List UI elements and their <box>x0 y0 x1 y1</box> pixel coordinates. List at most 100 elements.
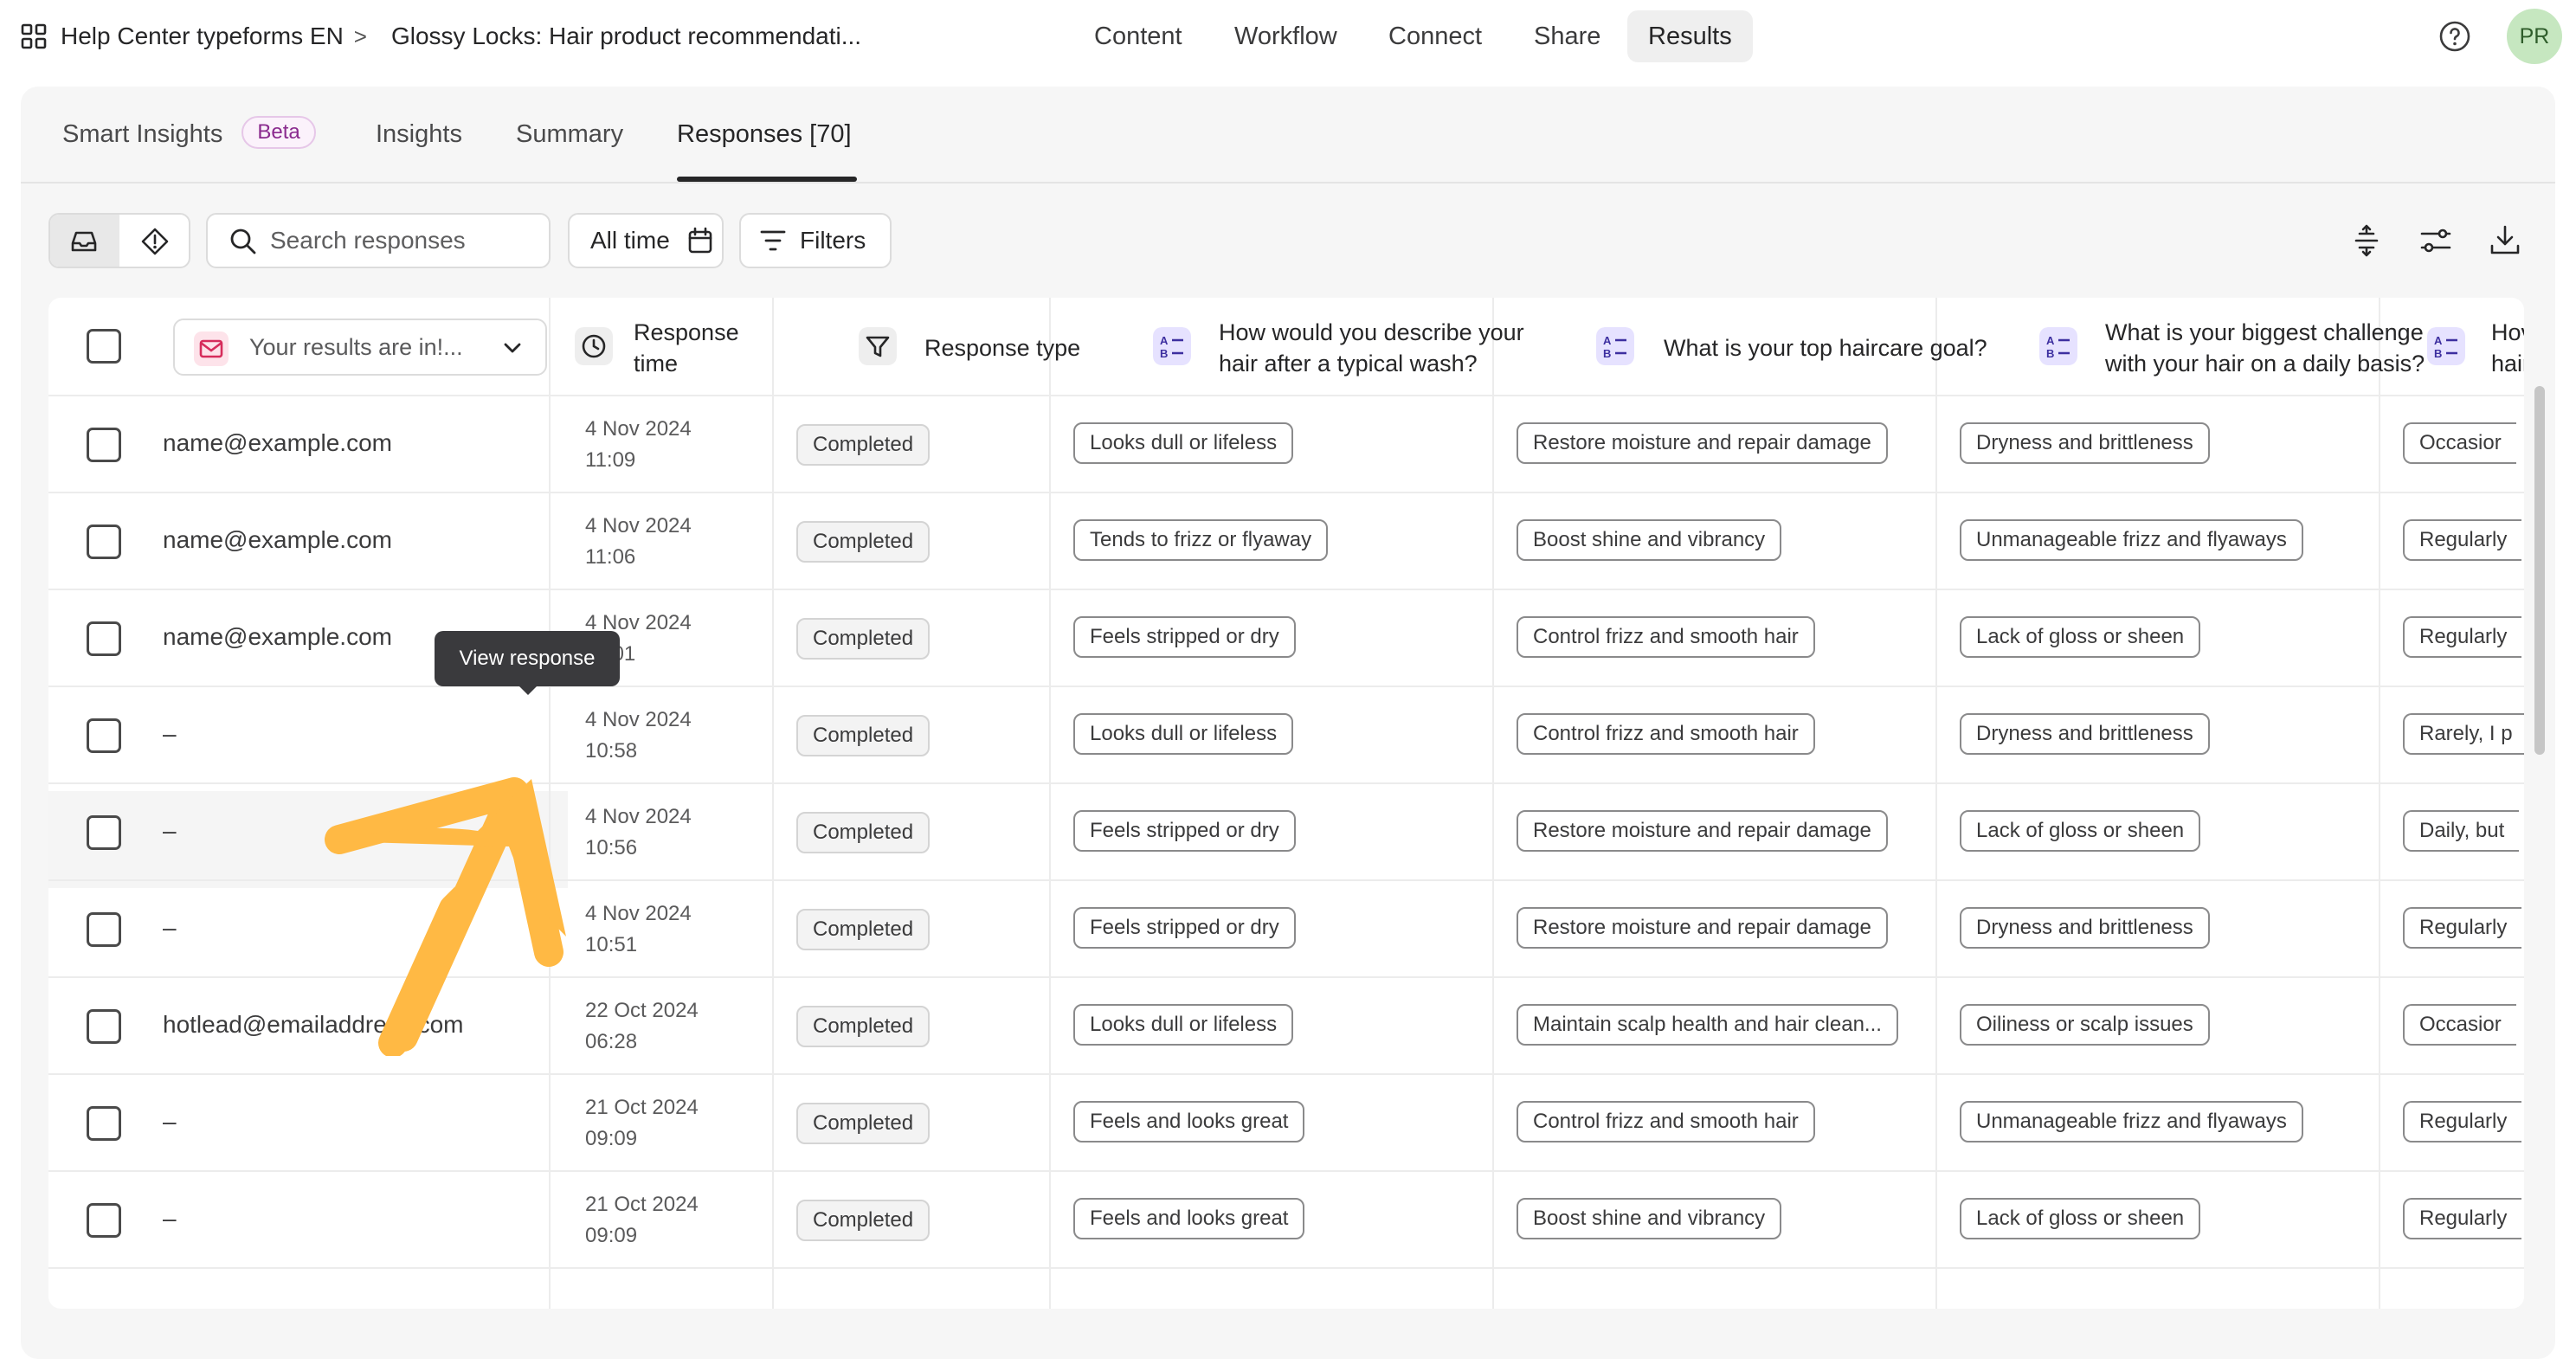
row-checkbox[interactable] <box>87 428 121 462</box>
tab-summary[interactable]: Summary <box>516 87 623 182</box>
grid-icon[interactable] <box>21 23 47 49</box>
results-panel: Smart Insights Beta Insights Summary Resp… <box>21 87 2555 1359</box>
row-email[interactable]: name@example.com <box>163 429 392 457</box>
row-checkbox[interactable] <box>87 621 121 656</box>
row-email[interactable]: name@example.com <box>163 623 392 651</box>
answer-pill: Unmanageable frizz and flyaways <box>1960 1101 2303 1142</box>
nav-results[interactable]: Results <box>1627 10 1753 62</box>
row-checkbox[interactable] <box>87 1203 121 1238</box>
vertical-scrollbar[interactable] <box>2534 386 2545 755</box>
header-line: What is your biggest challenge <box>2105 319 2424 345</box>
row-checkbox[interactable] <box>87 912 121 947</box>
status-badge: Completed <box>796 1006 931 1047</box>
search-icon <box>230 228 256 254</box>
answer-pill: Control frizz and smooth hair <box>1517 713 1815 755</box>
time-filter-button[interactable]: All time <box>568 213 724 268</box>
beta-badge: Beta <box>242 116 316 150</box>
answer-pill: Regularly <box>2403 616 2522 658</box>
response-timestamp: 4 Nov 2024 11:06 <box>585 511 692 573</box>
header-question-truncated[interactable]: Hov hair <box>2491 317 2524 379</box>
row-email[interactable]: – <box>163 817 177 845</box>
row-height-icon[interactable] <box>2349 223 2384 258</box>
status-badge: Completed <box>796 1200 931 1241</box>
select-all-checkbox[interactable] <box>87 329 121 364</box>
email-column-selector[interactable]: Your results are in!... <box>173 319 547 376</box>
row-email[interactable]: – <box>163 1108 177 1136</box>
inbox-icon[interactable] <box>69 227 99 256</box>
row-email[interactable]: – <box>163 914 177 942</box>
tab-insights[interactable]: Insights <box>376 87 462 182</box>
tab-responses[interactable]: Responses [70] <box>677 87 852 182</box>
download-icon[interactable] <box>2488 223 2522 258</box>
status-badge: Completed <box>796 715 931 756</box>
breadcrumb: Help Center typeforms EN > Glossy Locks:… <box>21 19 861 54</box>
response-date: 22 Oct 2024 <box>585 999 699 1022</box>
email-column-label: Your results are in!... <box>249 334 463 360</box>
status-badge: Completed <box>796 812 931 853</box>
answer-pill: Feels stripped or dry <box>1073 810 1296 852</box>
answer-pill: Dryness and brittleness <box>1960 907 2210 949</box>
response-timestamp: 4 Nov 2024 11:09 <box>585 414 692 476</box>
answer-pill: Boost shine and vibrancy <box>1517 519 1782 561</box>
header-question-daily-challenge[interactable]: What is your biggest challenge with your … <box>2105 317 2425 379</box>
svg-text:B: B <box>2046 347 2054 360</box>
svg-text:A: A <box>2046 334 2055 347</box>
tab-divider <box>21 182 2555 183</box>
column-divider <box>1935 298 1937 1309</box>
response-time: 09:09 <box>585 1127 638 1150</box>
answer-pill: Oiliness or scalp issues <box>1960 1004 2210 1046</box>
response-timestamp: 4 Nov 2024 10:51 <box>585 898 692 961</box>
row-checkbox[interactable] <box>87 1009 121 1044</box>
column-divider <box>1049 298 1051 1309</box>
header-response-type[interactable]: Response type <box>924 332 1080 364</box>
answer-pill: Feels stripped or dry <box>1073 907 1296 949</box>
answer-pill: Lack of gloss or sheen <box>1960 616 2201 658</box>
status-badge: Completed <box>796 424 931 466</box>
row-checkbox[interactable] <box>87 1106 121 1141</box>
answer-pill: Restore moisture and repair damage <box>1517 422 1888 464</box>
header-line: time <box>634 351 679 377</box>
tab-smart-insights[interactable]: Smart Insights Beta <box>62 87 316 182</box>
settings-sliders-icon[interactable] <box>2418 223 2453 258</box>
answer-pill: Boost shine and vibrancy <box>1517 1198 1782 1239</box>
calendar-icon <box>688 227 712 254</box>
row-email[interactable]: name@example.com <box>163 526 392 554</box>
view-response-tooltip: View response <box>435 631 620 695</box>
answer-pill: Looks dull or lifeless <box>1073 1004 1294 1046</box>
row-email[interactable]: – <box>163 720 177 748</box>
header-line: with your hair on a daily basis? <box>2105 351 2425 377</box>
alert-diamond-icon[interactable] <box>140 227 170 256</box>
row-email[interactable]: – <box>163 1205 177 1233</box>
header-line: Hov <box>2491 319 2524 345</box>
status-badge: Completed <box>796 618 931 660</box>
search-responses[interactable]: Search responses <box>206 213 551 268</box>
filters-button[interactable]: Filters <box>739 213 892 268</box>
response-time: 09:09 <box>585 1224 638 1247</box>
response-time: 11:06 <box>585 545 636 569</box>
svg-text:B: B <box>1160 347 1168 360</box>
header-response-time[interactable]: Response time <box>634 317 739 379</box>
breadcrumb-form-title[interactable]: Glossy Locks: Hair product recommendati.… <box>391 23 861 50</box>
nav-connect[interactable]: Connect <box>1368 10 1503 62</box>
response-date: 4 Nov 2024 <box>585 902 692 925</box>
response-date: 4 Nov 2024 <box>585 805 692 828</box>
row-checkbox[interactable] <box>87 718 121 753</box>
header-question-haircare-goal[interactable]: What is your top haircare goal? <box>1664 332 1987 364</box>
response-timestamp: 21 Oct 2024 09:09 <box>585 1189 699 1252</box>
row-divider <box>48 589 2524 590</box>
nav-content[interactable]: Content <box>1073 10 1203 62</box>
svg-text:A: A <box>1160 334 1169 347</box>
help-icon[interactable] <box>2438 19 2472 54</box>
answer-pill: Occasior <box>2403 1004 2516 1046</box>
breadcrumb-workspace[interactable]: Help Center typeforms EN <box>61 23 344 50</box>
user-avatar[interactable]: PR <box>2507 9 2562 64</box>
answer-pill: Lack of gloss or sheen <box>1960 810 2201 852</box>
nav-workflow[interactable]: Workflow <box>1214 10 1358 62</box>
nav-share[interactable]: Share <box>1513 10 1621 62</box>
row-checkbox[interactable] <box>87 815 121 850</box>
row-divider <box>48 1267 2524 1269</box>
header-question-hair-after-wash[interactable]: How would you describe your hair after a … <box>1219 317 1524 379</box>
email-icon <box>194 331 229 366</box>
row-checkbox[interactable] <box>87 525 121 559</box>
answer-pill: Feels stripped or dry <box>1073 616 1296 658</box>
